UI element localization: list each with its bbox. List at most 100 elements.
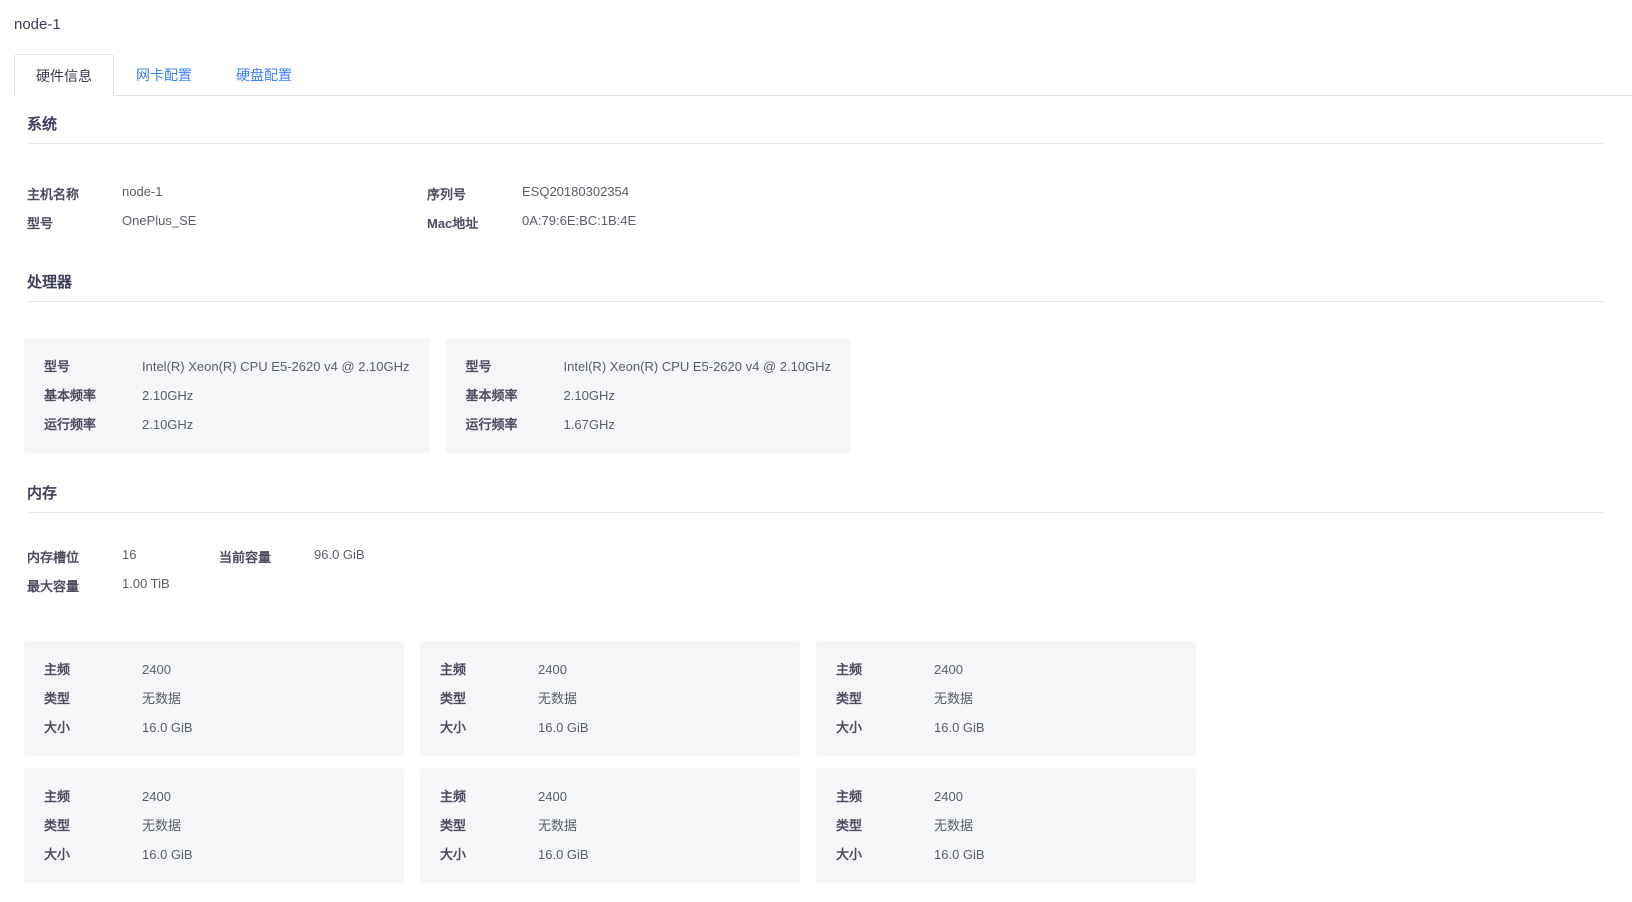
field-current-capacity: 当前容量96.0 GiB	[219, 547, 411, 576]
mem-freq-row: 主频2400	[44, 655, 384, 684]
cpu-run-freq-row: 运行频率2.10GHz	[44, 410, 410, 439]
mem-size-row: 大小16.0 GiB	[44, 840, 384, 869]
field-value: 2.10GHz	[142, 381, 193, 410]
field-value: 2.10GHz	[142, 410, 193, 439]
field-label: 大小	[836, 713, 934, 742]
cpu-card: 型号Intel(R) Xeon(R) CPU E5-2620 v4 @ 2.10…	[24, 338, 430, 453]
mem-type-row: 类型无数据	[836, 811, 1176, 840]
mem-freq-row: 主频2400	[440, 782, 780, 811]
hardware-info-panel: 系统 主机名称node-1 序列号ESQ20180302354 型号OnePlu…	[0, 114, 1632, 902]
memory-card: 主频2400 类型无数据 大小16.0 GiB	[24, 641, 404, 756]
field-label: 类型	[836, 811, 934, 840]
field-label: 运行频率	[44, 410, 142, 439]
field-model: 型号OnePlus_SE	[27, 213, 427, 242]
field-label: 内存槽位	[27, 547, 122, 566]
mem-freq-row: 主频2400	[836, 782, 1176, 811]
mem-size-row: 大小16.0 GiB	[44, 713, 384, 742]
field-label: 类型	[440, 811, 538, 840]
processor-cards: 型号Intel(R) Xeon(R) CPU E5-2620 v4 @ 2.10…	[24, 338, 1196, 453]
field-memory-slots: 内存槽位16	[27, 547, 219, 576]
field-value: 2400	[538, 782, 567, 811]
field-label: 类型	[440, 684, 538, 713]
cpu-card: 型号Intel(R) Xeon(R) CPU E5-2620 v4 @ 2.10…	[446, 338, 852, 453]
section-title-memory: 内存	[27, 483, 1605, 505]
field-hostname: 主机名称node-1	[27, 184, 427, 213]
mem-freq-row: 主频2400	[836, 655, 1176, 684]
field-label: 型号	[27, 213, 122, 232]
mem-type-row: 类型无数据	[836, 684, 1176, 713]
field-label: 运行频率	[466, 410, 564, 439]
mem-type-row: 类型无数据	[440, 684, 780, 713]
field-value: 2.10GHz	[564, 381, 615, 410]
field-value: 16.0 GiB	[538, 713, 589, 742]
field-serial-number: 序列号ESQ20180302354	[427, 184, 827, 213]
mem-size-row: 大小16.0 GiB	[836, 713, 1176, 742]
field-value: 无数据	[934, 811, 973, 840]
mem-type-row: 类型无数据	[440, 811, 780, 840]
field-value: 16.0 GiB	[142, 840, 193, 869]
field-value: 0A:79:6E:BC:1B:4E	[522, 213, 822, 228]
field-value: 2400	[538, 655, 567, 684]
field-value: 无数据	[538, 811, 577, 840]
field-value: 无数据	[142, 811, 181, 840]
field-value: 96.0 GiB	[314, 547, 410, 562]
memory-cards: 主频2400 类型无数据 大小16.0 GiB 主频2400 类型无数据 大小1…	[24, 641, 1196, 883]
field-label: 主机名称	[27, 184, 122, 203]
mem-size-row: 大小16.0 GiB	[836, 840, 1176, 869]
field-label: 类型	[44, 811, 142, 840]
cpu-model-row: 型号Intel(R) Xeon(R) CPU E5-2620 v4 @ 2.10…	[466, 352, 832, 381]
field-label: 大小	[836, 840, 934, 869]
tab-bar: 硬件信息 网卡配置 硬盘配置	[14, 53, 1632, 96]
field-label: 主频	[440, 655, 538, 684]
section-head-processor: 处理器	[27, 272, 1605, 302]
field-label: 当前容量	[219, 547, 314, 566]
field-label: 主频	[836, 655, 934, 684]
field-mac-address: Mac地址0A:79:6E:BC:1B:4E	[427, 213, 827, 242]
field-max-capacity: 最大容量1.00 TiB	[27, 576, 219, 605]
field-value: 1.00 TiB	[122, 576, 218, 591]
field-label: 主频	[836, 782, 934, 811]
section-head-system: 系统	[27, 114, 1605, 144]
memory-card: 主频2400 类型无数据 大小16.0 GiB	[420, 768, 800, 883]
memory-card: 主频2400 类型无数据 大小16.0 GiB	[816, 641, 1196, 756]
field-value: node-1	[122, 184, 422, 199]
mem-freq-row: 主频2400	[440, 655, 780, 684]
memory-summary: 内存槽位16 当前容量96.0 GiB 最大容量1.00 TiB	[27, 547, 417, 605]
field-label: 序列号	[427, 184, 522, 203]
field-value: 2400	[934, 782, 963, 811]
memory-card: 主频2400 类型无数据 大小16.0 GiB	[24, 768, 404, 883]
mem-size-row: 大小16.0 GiB	[440, 840, 780, 869]
field-value: 16.0 GiB	[142, 713, 193, 742]
field-label: 型号	[466, 352, 564, 381]
field-value: ESQ20180302354	[522, 184, 822, 199]
field-value: 16.0 GiB	[934, 840, 985, 869]
field-label: 主频	[440, 782, 538, 811]
field-label: 主频	[44, 655, 142, 684]
field-value: 16	[122, 547, 218, 562]
mem-type-row: 类型无数据	[44, 811, 384, 840]
field-label: 基本频率	[466, 381, 564, 410]
field-value: 2400	[934, 655, 963, 684]
field-value: Intel(R) Xeon(R) CPU E5-2620 v4 @ 2.10GH…	[564, 352, 832, 381]
field-label: 大小	[44, 840, 142, 869]
field-label: 最大容量	[27, 576, 122, 595]
field-value: Intel(R) Xeon(R) CPU E5-2620 v4 @ 2.10GH…	[142, 352, 410, 381]
field-value: 无数据	[538, 684, 577, 713]
system-fields: 主机名称node-1 序列号ESQ20180302354 型号OnePlus_S…	[27, 184, 1605, 242]
section-head-memory: 内存	[27, 483, 1605, 513]
tab-network-config[interactable]: 网卡配置	[114, 53, 214, 95]
mem-size-row: 大小16.0 GiB	[440, 713, 780, 742]
field-label: 类型	[44, 684, 142, 713]
field-label: Mac地址	[427, 213, 522, 232]
cpu-model-row: 型号Intel(R) Xeon(R) CPU E5-2620 v4 @ 2.10…	[44, 352, 410, 381]
section-title-processor: 处理器	[27, 272, 1605, 294]
field-label: 大小	[440, 713, 538, 742]
field-value: 2400	[142, 782, 171, 811]
memory-card: 主频2400 类型无数据 大小16.0 GiB	[816, 768, 1196, 883]
field-value: 无数据	[934, 684, 973, 713]
mem-type-row: 类型无数据	[44, 684, 384, 713]
field-value: 16.0 GiB	[538, 840, 589, 869]
tab-hardware-info[interactable]: 硬件信息	[14, 54, 114, 96]
field-label: 大小	[44, 713, 142, 742]
tab-disk-config[interactable]: 硬盘配置	[214, 53, 314, 95]
